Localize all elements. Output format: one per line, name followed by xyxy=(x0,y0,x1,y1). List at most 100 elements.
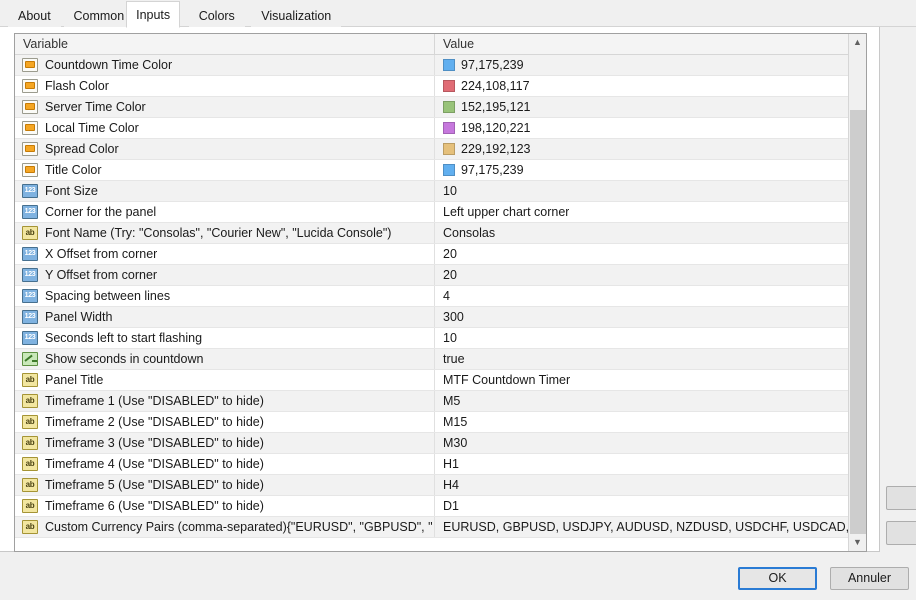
value-cell[interactable]: 20 xyxy=(434,244,848,264)
grid-row[interactable]: ab Timeframe 3 (Use "DISABLED" to hide) M3… xyxy=(15,433,848,454)
value-cell[interactable]: true xyxy=(434,349,848,369)
grid-row[interactable]: 123 Y Offset from corner 20 xyxy=(15,265,848,286)
tab-visualization[interactable]: Visualization xyxy=(251,4,342,27)
column-header-variable[interactable]: Variable xyxy=(15,34,433,54)
variable-cell[interactable]: ab Custom Currency Pairs (comma-separated… xyxy=(15,517,433,537)
value-cell[interactable]: M30 xyxy=(434,433,848,453)
grid-row[interactable]: 123 X Offset from corner 20 xyxy=(15,244,848,265)
number-icon: 123 xyxy=(22,310,38,324)
color-swatch xyxy=(443,122,455,134)
value-cell[interactable]: M15 xyxy=(434,412,848,432)
grid-row[interactable]: ab Timeframe 4 (Use "DISABLED" to hide) H1 xyxy=(15,454,848,475)
variable-cell[interactable]: Show seconds in countdown xyxy=(15,349,433,369)
value-cell[interactable]: 229,192,123 xyxy=(434,139,848,159)
variable-cell[interactable]: ab Timeframe 5 (Use "DISABLED" to hide) xyxy=(15,475,433,495)
variable-cell[interactable]: ab Font Name (Try: "Consolas", "Courier N… xyxy=(15,223,433,243)
variable-cell[interactable]: Spread Color xyxy=(15,139,433,159)
variable-label: Flash Color xyxy=(45,79,109,93)
value-cell[interactable]: 152,195,121 xyxy=(434,97,848,117)
variable-cell[interactable]: Flash Color xyxy=(15,76,433,96)
value-cell[interactable]: D1 xyxy=(434,496,848,516)
variable-cell[interactable]: ab Panel Title xyxy=(15,370,433,390)
tab-about[interactable]: About xyxy=(8,4,61,27)
variable-cell[interactable]: Local Time Color xyxy=(15,118,433,138)
color-swatch xyxy=(443,143,455,155)
variable-label: Timeframe 6 (Use "DISABLED" to hide) xyxy=(45,499,264,513)
value-cell[interactable]: H4 xyxy=(434,475,848,495)
grid-row[interactable]: ab Timeframe 2 (Use "DISABLED" to hide) M1… xyxy=(15,412,848,433)
grid-row[interactable]: ab Panel Title MTF Countdown Timer xyxy=(15,370,848,391)
variable-cell[interactable]: 123 X Offset from corner xyxy=(15,244,433,264)
value-cell[interactable]: H1 xyxy=(434,454,848,474)
grid-row[interactable]: ab Font Name (Try: "Consolas", "Courier N… xyxy=(15,223,848,244)
text-icon: ab xyxy=(22,457,38,471)
variable-cell[interactable]: 123 Corner for the panel xyxy=(15,202,433,222)
vertical-scrollbar[interactable]: ▲ ▼ xyxy=(848,34,866,551)
value-cell[interactable]: 97,175,239 xyxy=(434,55,848,75)
column-header-value[interactable]: Value xyxy=(434,34,848,54)
grid-row[interactable]: 123 Spacing between lines 4 xyxy=(15,286,848,307)
variable-cell[interactable]: Title Color xyxy=(15,160,433,180)
color-swatch xyxy=(443,80,455,92)
value-cell[interactable]: Consolas xyxy=(434,223,848,243)
value-cell[interactable]: 10 xyxy=(434,181,848,201)
variable-cell[interactable]: ab Timeframe 3 (Use "DISABLED" to hide) xyxy=(15,433,433,453)
grid-row[interactable]: Title Color 97,175,239 xyxy=(15,160,848,181)
grid-row[interactable]: Countdown Time Color 97,175,239 xyxy=(15,55,848,76)
grid-row[interactable]: 123 Panel Width 300 xyxy=(15,307,848,328)
grid-row[interactable]: Server Time Color 152,195,121 xyxy=(15,97,848,118)
variable-cell[interactable]: 123 Panel Width xyxy=(15,307,433,327)
cancel-button[interactable]: Annuler xyxy=(830,567,909,590)
grid-row[interactable]: Spread Color 229,192,123 xyxy=(15,139,848,160)
grid-row[interactable]: Show seconds in countdown true xyxy=(15,349,848,370)
value-cell[interactable]: 224,108,117 xyxy=(434,76,848,96)
grid-row[interactable]: Local Time Color 198,120,221 xyxy=(15,118,848,139)
grid-row[interactable]: 123 Font Size 10 xyxy=(15,181,848,202)
grid-row[interactable]: 123 Corner for the panel Left upper chart … xyxy=(15,202,848,223)
variable-cell[interactable]: ab Timeframe 2 (Use "DISABLED" to hide) xyxy=(15,412,433,432)
value-cell[interactable]: 10 xyxy=(434,328,848,348)
variable-cell[interactable]: Server Time Color xyxy=(15,97,433,117)
grid-row[interactable]: 123 Seconds left to start flashing 10 xyxy=(15,328,848,349)
variable-label: Local Time Color xyxy=(45,121,139,135)
grid-row[interactable]: ab Custom Currency Pairs (comma-separated… xyxy=(15,517,848,538)
ok-button[interactable]: OK xyxy=(738,567,817,590)
scrollbar-thumb[interactable] xyxy=(850,110,866,534)
offscreen-button-top[interactable] xyxy=(886,486,916,510)
grid-row[interactable]: ab Timeframe 1 (Use "DISABLED" to hide) M5 xyxy=(15,391,848,412)
value-cell[interactable]: 300 xyxy=(434,307,848,327)
value-cell[interactable]: EURUSD, GBPUSD, USDJPY, AUDUSD, NZDUSD, … xyxy=(434,517,848,537)
tab-inputs[interactable]: Inputs xyxy=(126,1,181,28)
color-swatch xyxy=(443,164,455,176)
variable-label: Y Offset from corner xyxy=(45,268,158,282)
value-cell[interactable]: 198,120,221 xyxy=(434,118,848,138)
variable-cell[interactable]: 123 Font Size xyxy=(15,181,433,201)
grid-row[interactable]: ab Timeframe 5 (Use "DISABLED" to hide) H4 xyxy=(15,475,848,496)
variable-cell[interactable]: ab Timeframe 6 (Use "DISABLED" to hide) xyxy=(15,496,433,516)
variable-cell[interactable]: 123 Spacing between lines xyxy=(15,286,433,306)
tab-common[interactable]: Common xyxy=(63,4,135,27)
scroll-up-icon[interactable]: ▲ xyxy=(849,34,866,51)
variable-cell[interactable]: Countdown Time Color xyxy=(15,55,433,75)
value-label: 300 xyxy=(443,310,464,324)
grid-row[interactable]: ab Timeframe 6 (Use "DISABLED" to hide) D1 xyxy=(15,496,848,517)
variable-cell[interactable]: ab Timeframe 4 (Use "DISABLED" to hide) xyxy=(15,454,433,474)
text-icon: ab xyxy=(22,478,38,492)
value-cell[interactable]: M5 xyxy=(434,391,848,411)
value-cell[interactable]: MTF Countdown Timer xyxy=(434,370,848,390)
value-cell[interactable]: Left upper chart corner xyxy=(434,202,848,222)
variable-cell[interactable]: 123 Y Offset from corner xyxy=(15,265,433,285)
grid-row[interactable]: Flash Color 224,108,117 xyxy=(15,76,848,97)
tab-colors[interactable]: Colors xyxy=(188,4,245,27)
variable-label: Title Color xyxy=(45,163,102,177)
variable-cell[interactable]: 123 Seconds left to start flashing xyxy=(15,328,433,348)
value-cell[interactable]: 97,175,239 xyxy=(434,160,848,180)
scroll-down-icon[interactable]: ▼ xyxy=(849,534,866,551)
value-cell[interactable]: 20 xyxy=(434,265,848,285)
value-cell[interactable]: 4 xyxy=(434,286,848,306)
offscreen-button-bottom[interactable] xyxy=(886,521,916,545)
text-icon: ab xyxy=(22,415,38,429)
variable-label: X Offset from corner xyxy=(45,247,158,261)
variable-cell[interactable]: ab Timeframe 1 (Use "DISABLED" to hide) xyxy=(15,391,433,411)
value-label: Left upper chart corner xyxy=(443,205,570,219)
